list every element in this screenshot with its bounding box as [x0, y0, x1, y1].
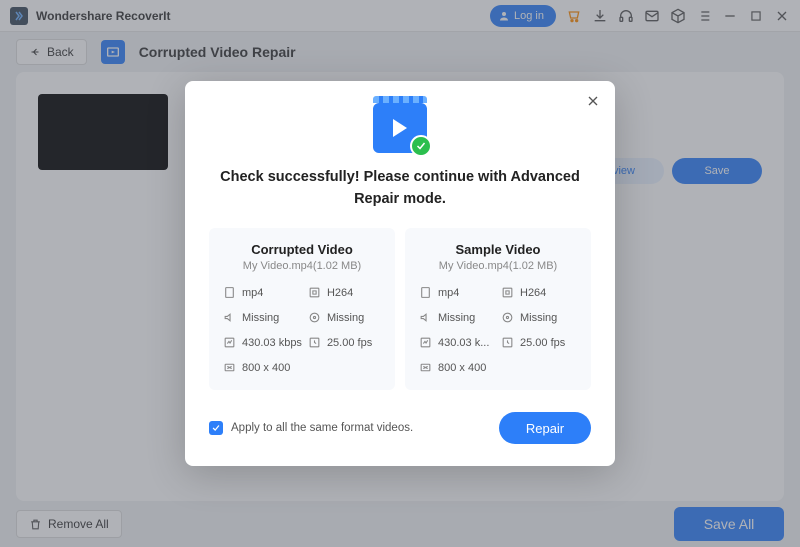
resolution-icon [419, 361, 432, 374]
audio-icon [223, 311, 236, 324]
apply-all-label: Apply to all the same format videos. [231, 422, 413, 434]
file-icon [223, 286, 236, 299]
prop-format: mp4 [223, 286, 302, 299]
prop-audio2: Missing [501, 311, 577, 324]
disc-icon [308, 311, 321, 324]
prop-resolution: 800 x 400 [419, 361, 495, 374]
bitrate-icon [223, 336, 236, 349]
modal-message: Check successfully! Please continue with… [209, 167, 591, 211]
fps-icon [308, 336, 321, 349]
prop-format: mp4 [419, 286, 495, 299]
apply-all-checkbox[interactable]: Apply to all the same format videos. [209, 421, 413, 435]
comparison-cards: Corrupted Video My Video.mp4(1.02 MB) mp… [209, 228, 591, 390]
prop-codec: H264 [501, 286, 577, 299]
modal-overlay: Check successfully! Please continue with… [0, 0, 800, 547]
check-badge-icon [410, 135, 432, 157]
prop-audio: Missing [419, 311, 495, 324]
prop-bitrate: 430.03 kbps [223, 336, 302, 349]
bitrate-icon [419, 336, 432, 349]
codec-icon [501, 286, 514, 299]
checkbox-icon [209, 421, 223, 435]
audio-icon [419, 311, 432, 324]
sample-subtitle: My Video.mp4(1.02 MB) [419, 260, 577, 272]
file-icon [419, 286, 432, 299]
sample-card: Sample Video My Video.mp4(1.02 MB) mp4 H… [405, 228, 591, 390]
advanced-repair-modal: Check successfully! Please continue with… [185, 81, 615, 467]
resolution-icon [223, 361, 236, 374]
codec-icon [308, 286, 321, 299]
prop-audio: Missing [223, 311, 302, 324]
corrupted-title: Corrupted Video [223, 242, 381, 257]
corrupted-subtitle: My Video.mp4(1.02 MB) [223, 260, 381, 272]
modal-footer: Apply to all the same format videos. Rep… [209, 412, 591, 444]
sample-title: Sample Video [419, 242, 577, 257]
repair-button[interactable]: Repair [499, 412, 591, 444]
fps-icon [501, 336, 514, 349]
corrupted-card: Corrupted Video My Video.mp4(1.02 MB) mp… [209, 228, 395, 390]
modal-hero-icon [209, 103, 591, 153]
prop-codec: H264 [308, 286, 381, 299]
disc-icon [501, 311, 514, 324]
prop-fps: 25.00 fps [501, 336, 577, 349]
prop-bitrate: 430.03 k... [419, 336, 495, 349]
prop-audio2: Missing [308, 311, 381, 324]
prop-fps: 25.00 fps [308, 336, 381, 349]
prop-resolution: 800 x 400 [223, 361, 302, 374]
